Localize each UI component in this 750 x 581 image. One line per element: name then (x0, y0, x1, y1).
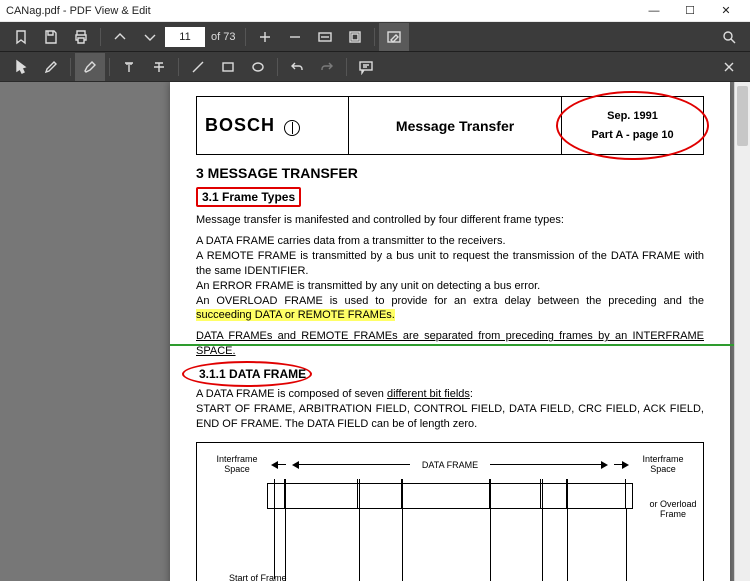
page-total-label: of 73 (211, 31, 235, 43)
doc-date-cell: Sep. 1991 Part A - page 10 (562, 97, 704, 155)
redo-icon[interactable] (312, 53, 342, 81)
window-close-button[interactable]: ✕ (708, 0, 744, 22)
frame-diagram: Interframe Space DATA FRAME Interframe S… (196, 442, 704, 581)
page-down-icon[interactable] (135, 23, 165, 51)
doc-title: Message Transfer (349, 97, 562, 155)
diagram-label-sof: Start of Frame (229, 573, 287, 581)
cursor-icon[interactable] (6, 53, 36, 81)
fit-width-icon[interactable] (310, 23, 340, 51)
search-icon[interactable] (714, 23, 744, 51)
window-minimize-button[interactable]: — (636, 0, 672, 22)
doc-header-table: BOSCH Message Transfer Sep. 1991 Part A … (196, 96, 704, 155)
brand-cell: BOSCH (197, 97, 349, 155)
para-frames: A DATA FRAME carries data from a transmi… (196, 234, 704, 323)
rectangle-icon[interactable] (213, 53, 243, 81)
scrollbar-thumb[interactable] (737, 86, 748, 146)
para-separation: DATA FRAMEs and REMOTE FRAMEs are separa… (196, 329, 704, 359)
undo-icon[interactable] (282, 53, 312, 81)
close-toolbar-icon[interactable] (714, 53, 744, 81)
print-icon[interactable] (66, 23, 96, 51)
strikethrough-icon[interactable] (144, 53, 174, 81)
diagram-label-interframe-r: Interframe Space (633, 455, 693, 475)
edit-mode-icon[interactable] (379, 23, 409, 51)
main-toolbar: of 73 (0, 22, 750, 52)
diagram-label-interframe-l: Interframe Space (207, 455, 267, 475)
annotation-highlight: succeeding DATA or REMOTE FRAMEs. (196, 309, 395, 321)
comment-icon[interactable] (351, 53, 381, 81)
zoom-in-icon[interactable] (250, 23, 280, 51)
annotation-oval-date (556, 91, 709, 160)
fit-page-icon[interactable] (340, 23, 370, 51)
pdf-page: BOSCH Message Transfer Sep. 1991 Part A … (170, 82, 730, 581)
para-intro: Message transfer is manifested and contr… (196, 213, 704, 228)
highlighter-icon[interactable] (75, 53, 105, 81)
window-maximize-button[interactable]: ☐ (672, 0, 708, 22)
ellipse-icon[interactable] (243, 53, 273, 81)
diagram-label-overload: or Overload Frame (645, 499, 701, 521)
page-up-icon[interactable] (105, 23, 135, 51)
line-icon[interactable] (183, 53, 213, 81)
zoom-out-icon[interactable] (280, 23, 310, 51)
pdf-viewport[interactable]: BOSCH Message Transfer Sep. 1991 Part A … (0, 82, 750, 581)
vertical-scrollbar[interactable] (734, 82, 750, 581)
annotation-oval-h3 (182, 361, 312, 387)
text-icon[interactable] (114, 53, 144, 81)
save-icon[interactable] (36, 23, 66, 51)
annotation-toolbar (0, 52, 750, 82)
page-number-input[interactable] (165, 27, 205, 47)
para-compose: A DATA FRAME is composed of seven differ… (196, 387, 704, 432)
brand-name: BOSCH (205, 115, 275, 135)
window-titlebar: CANag.pdf - PDF View & Edit — ☐ ✕ (0, 0, 750, 22)
pen-icon[interactable] (36, 53, 66, 81)
heading-1: 3 MESSAGE TRANSFER (196, 165, 704, 181)
bookmark-icon[interactable] (6, 23, 36, 51)
heading-2: 3.1 Frame Types (196, 187, 301, 207)
brand-logo-icon (284, 120, 300, 136)
diagram-label-dataframe: DATA FRAME (410, 460, 490, 470)
window-title: CANag.pdf - PDF View & Edit (6, 5, 151, 17)
